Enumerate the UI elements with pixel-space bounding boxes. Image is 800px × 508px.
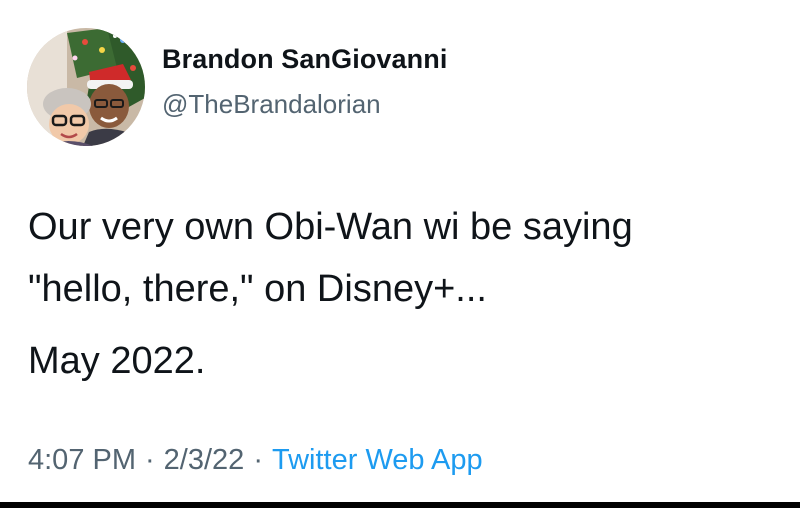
tweet-text-line: Our very own Obi-Wan wi be saying (28, 206, 633, 248)
author-handle[interactable]: @TheBrandalorian (162, 89, 381, 120)
tweet-meta: 4:07 PM · 2/3/22 · Twitter Web App (28, 444, 483, 477)
tweet-source-link[interactable]: Twitter Web App (272, 444, 483, 476)
bottom-divider (0, 502, 800, 508)
tweet-text-line: "hello, there," on Disney+... (28, 268, 487, 310)
meta-separator: · (253, 444, 263, 476)
tweet-time[interactable]: 4:07 PM (28, 444, 136, 476)
tweet-date[interactable]: 2/3/22 (164, 444, 245, 476)
author-avatar[interactable] (27, 28, 145, 146)
avatar-photo-icon (27, 28, 145, 146)
tweet-text: Our very own Obi-Wan wi be saying "hello… (28, 196, 788, 392)
tweet-text-line: May 2022. (28, 340, 206, 382)
tweet-card: Brandon SanGiovanni @TheBrandalorian Our… (0, 0, 800, 508)
meta-separator: · (145, 444, 155, 476)
author-display-name[interactable]: Brandon SanGiovanni (162, 44, 447, 75)
